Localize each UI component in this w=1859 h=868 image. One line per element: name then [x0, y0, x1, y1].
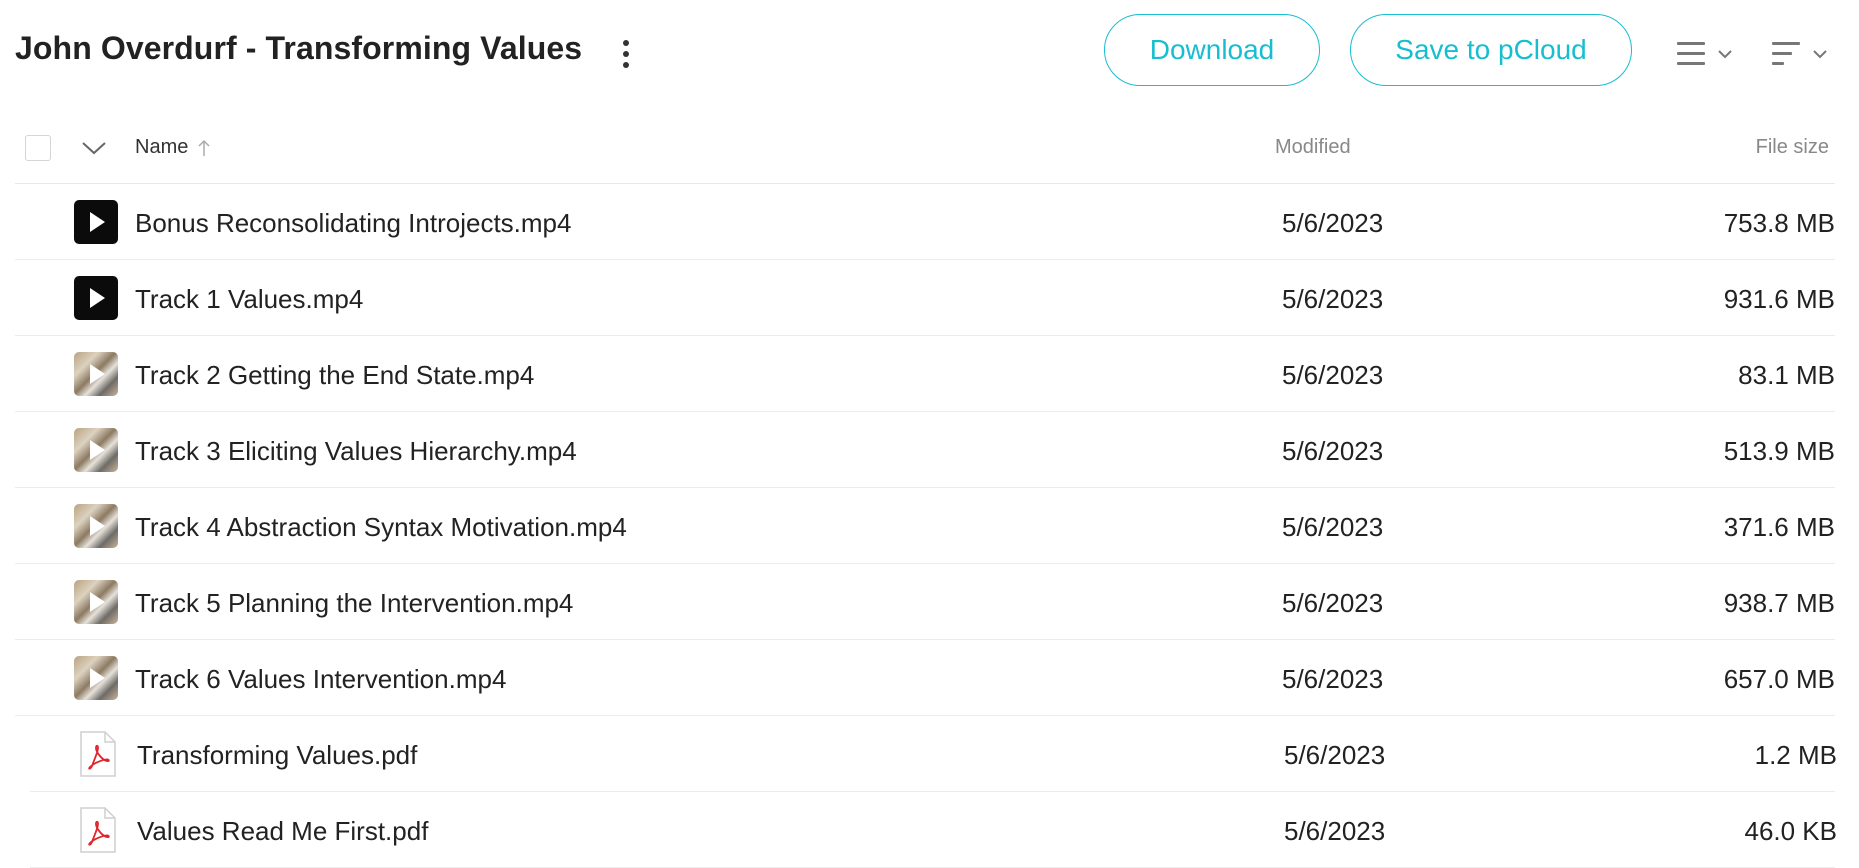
file-row[interactable]: Transforming Values.pdf 5/6/2023 1.2 MB — [0, 716, 1859, 792]
file-row[interactable]: Track 4 Abstraction Syntax Motivation.mp… — [0, 488, 1859, 564]
file-modified: 5/6/2023 — [1282, 664, 1384, 694]
sort-icon — [1772, 42, 1800, 65]
file-name: Transforming Values.pdf — [137, 740, 418, 770]
file-modified: 5/6/2023 — [1282, 588, 1384, 618]
file-row[interactable]: Values Read Me First.pdf 5/6/2023 46.0 K… — [0, 792, 1859, 868]
name-column-header[interactable]: Name — [135, 136, 212, 159]
file-name: Track 1 Values.mp4 — [135, 284, 364, 314]
toolbar: John Overdurf - Transforming Values Down… — [0, 0, 1859, 104]
file-row[interactable]: Track 3 Eliciting Values Hierarchy.mp4 5… — [0, 412, 1859, 488]
file-name: Track 3 Eliciting Values Hierarchy.mp4 — [135, 436, 577, 466]
video-thumbnail-icon — [74, 200, 118, 244]
file-browser: John Overdurf - Transforming Values Down… — [0, 0, 1859, 868]
play-icon — [90, 288, 105, 308]
play-icon — [90, 212, 105, 232]
sort-dropdown[interactable] — [1770, 34, 1830, 74]
file-modified: 5/6/2023 — [1282, 436, 1384, 466]
file-row[interactable]: Track 5 Planning the Intervention.mp4 5/… — [0, 564, 1859, 640]
file-size: 371.6 MB — [1723, 512, 1835, 542]
video-thumbnail-icon — [74, 656, 118, 700]
file-row[interactable]: Track 1 Values.mp4 5/6/2023 931.6 MB — [0, 260, 1859, 336]
play-icon — [90, 592, 105, 612]
file-size: 657.0 MB — [1723, 664, 1835, 694]
file-modified: 5/6/2023 — [1282, 208, 1384, 238]
chevron-down-icon — [1718, 50, 1732, 59]
modified-column-header[interactable]: Modified — [1275, 136, 1351, 159]
save-to-pcloud-button[interactable]: Save to pCloud — [1350, 14, 1632, 86]
file-name: Bonus Reconsolidating Introjects.mp4 — [135, 208, 572, 238]
play-icon — [90, 440, 105, 460]
file-size: 931.6 MB — [1723, 284, 1835, 314]
file-name: Track 6 Values Intervention.mp4 — [135, 664, 507, 694]
video-thumbnail-icon — [74, 428, 118, 472]
file-size: 83.1 MB — [1738, 360, 1835, 390]
list-view-icon — [1677, 42, 1705, 65]
file-size: 753.8 MB — [1723, 208, 1835, 238]
more-options-icon[interactable] — [606, 34, 646, 74]
name-column-label: Name — [135, 136, 189, 158]
file-row[interactable]: Track 2 Getting the End State.mp4 5/6/20… — [0, 336, 1859, 412]
download-button[interactable]: Download — [1104, 14, 1320, 86]
file-size: 46.0 KB — [1744, 816, 1837, 846]
play-icon — [90, 668, 105, 688]
file-name: Track 4 Abstraction Syntax Motivation.mp… — [135, 512, 627, 542]
file-row[interactable]: Track 6 Values Intervention.mp4 5/6/2023… — [0, 640, 1859, 716]
pdf-icon — [80, 731, 116, 777]
file-size-column-header[interactable]: File size — [1756, 136, 1829, 159]
file-name: Track 5 Planning the Intervention.mp4 — [135, 588, 574, 618]
file-modified: 5/6/2023 — [1282, 284, 1384, 314]
file-modified: 5/6/2023 — [1282, 360, 1384, 390]
selection-menu-chevron-icon[interactable] — [79, 136, 109, 160]
file-size: 513.9 MB — [1723, 436, 1835, 466]
file-name: Values Read Me First.pdf — [137, 816, 429, 846]
column-header-row: Name Modified File size — [15, 112, 1835, 184]
file-modified: 5/6/2023 — [1284, 740, 1386, 770]
chevron-down-icon — [1813, 50, 1827, 59]
sort-ascending-arrow-icon — [198, 139, 210, 156]
video-thumbnail-icon — [74, 580, 118, 624]
file-modified: 5/6/2023 — [1284, 816, 1386, 846]
play-icon — [90, 364, 105, 384]
video-thumbnail-icon — [74, 352, 118, 396]
file-modified: 5/6/2023 — [1282, 512, 1384, 542]
file-size: 1.2 MB — [1754, 740, 1837, 770]
video-thumbnail-icon — [74, 276, 118, 320]
video-thumbnail-icon — [74, 504, 118, 548]
pdf-icon — [80, 807, 116, 853]
play-icon — [90, 516, 105, 536]
view-mode-dropdown[interactable] — [1675, 34, 1735, 74]
folder-title: John Overdurf - Transforming Values — [15, 30, 583, 66]
select-all-checkbox[interactable] — [25, 135, 51, 161]
file-row[interactable]: Bonus Reconsolidating Introjects.mp4 5/6… — [0, 184, 1859, 260]
file-list: Bonus Reconsolidating Introjects.mp4 5/6… — [0, 184, 1859, 868]
file-size: 938.7 MB — [1723, 588, 1835, 618]
file-name: Track 2 Getting the End State.mp4 — [135, 360, 535, 390]
